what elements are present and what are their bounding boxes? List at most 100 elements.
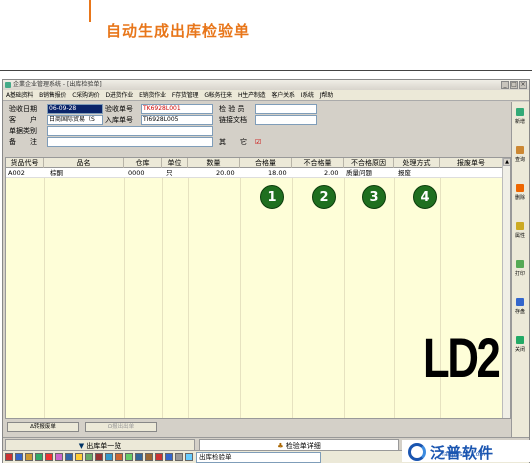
remark-field[interactable] xyxy=(47,137,213,147)
divider xyxy=(0,70,532,71)
right-toolbar: 新增 查询 删除 属性 打印 存盘 关闭 xyxy=(511,102,529,442)
save-icon xyxy=(516,298,524,306)
remark-label: 备 注 xyxy=(9,138,37,146)
close-button[interactable]: × xyxy=(519,81,527,89)
inspect-no-field[interactable]: TK6928L001 xyxy=(141,104,213,114)
query-button[interactable]: 查询 xyxy=(511,142,529,174)
brand-url: fanpusoft.com xyxy=(442,451,486,458)
print-button[interactable]: 打印 xyxy=(511,256,529,288)
app-window: 企業企业管理系统 - [出库检验单] _ □ × A基础资料 B销售报价 C采购… xyxy=(2,79,530,463)
menu-production[interactable]: H生产制造 xyxy=(235,90,269,100)
task-icon-1[interactable] xyxy=(5,453,13,461)
task-icon-12[interactable] xyxy=(115,453,123,461)
cell-action: 报废 xyxy=(398,169,411,177)
save-button[interactable]: 存盘 xyxy=(511,294,529,326)
task-icon-14[interactable] xyxy=(135,453,143,461)
col-unit[interactable]: 单位 xyxy=(162,158,188,168)
link-doc-label: 链接文档 xyxy=(219,116,247,124)
customer-label: 客 户 xyxy=(9,116,37,124)
close-form-icon xyxy=(516,336,524,344)
menu-bar: A基础资料 B销售报价 C采购询价 D进货作业 E销货作业 F存货管理 G帐务往… xyxy=(3,90,529,101)
menu-sales[interactable]: E销货作业 xyxy=(136,90,169,100)
link-doc-field[interactable] xyxy=(255,115,317,125)
properties-icon xyxy=(516,222,524,230)
col-name[interactable]: 品名 xyxy=(44,158,124,168)
marker-2: 2 xyxy=(312,185,336,209)
task-icon-9[interactable] xyxy=(85,453,93,461)
inspector-label: 检 验 员 xyxy=(219,105,245,113)
task-icon-11[interactable] xyxy=(105,453,113,461)
task-icon-13[interactable] xyxy=(125,453,133,461)
properties-button[interactable]: 属性 xyxy=(511,218,529,250)
col-reason[interactable]: 不合格原因 xyxy=(344,158,394,168)
menu-basic-data[interactable]: A基础资料 xyxy=(3,90,36,100)
annotation-title: 自动生成出库检验单 xyxy=(106,22,251,40)
col-warehouse[interactable]: 仓库 xyxy=(124,158,162,168)
export-outbound-button[interactable]: Ω报出出单 xyxy=(85,422,157,432)
minimize-button[interactable]: _ xyxy=(501,81,509,89)
task-icon-19[interactable] xyxy=(185,453,193,461)
brand-logo-icon xyxy=(408,443,426,461)
task-icon-18[interactable] xyxy=(175,453,183,461)
col-code[interactable]: 货品代号 xyxy=(6,158,44,168)
menu-crm[interactable]: 客户关系 xyxy=(268,90,297,100)
grid-line xyxy=(292,178,293,418)
active-window-field[interactable]: 出库检验单 xyxy=(196,452,321,463)
scroll-up-icon[interactable]: ▲ xyxy=(503,158,510,166)
vertical-scrollbar[interactable]: ▲ xyxy=(502,158,510,418)
col-qty[interactable]: 数量 xyxy=(188,158,240,168)
menu-system[interactable]: I系统 xyxy=(298,90,317,100)
query-icon xyxy=(516,146,524,154)
outbound-no-field[interactable]: TI6928L005 xyxy=(141,115,213,125)
menu-purchase[interactable]: D进货作业 xyxy=(102,90,136,100)
task-icon-5[interactable] xyxy=(45,453,53,461)
customer-field[interactable]: 日商国际贸易（S xyxy=(47,115,103,125)
task-icon-3[interactable] xyxy=(25,453,33,461)
app-icon xyxy=(5,82,11,88)
menu-sales-quote[interactable]: B销售报价 xyxy=(36,90,69,100)
menu-inventory[interactable]: F存货管理 xyxy=(169,90,201,100)
grid-line xyxy=(188,178,189,418)
cell-reason: 质量问题 xyxy=(346,169,372,177)
task-icon-6[interactable] xyxy=(55,453,63,461)
table-row[interactable]: A002 棕酮 0000 只 20.00 18.00 2.00 质量问题 报废 xyxy=(6,168,503,178)
delete-button[interactable]: 删除 xyxy=(511,180,529,212)
task-icon-16[interactable] xyxy=(155,453,163,461)
task-icon-10[interactable] xyxy=(95,453,103,461)
col-fail[interactable]: 不合格量 xyxy=(292,158,344,168)
menu-purchase-inquiry[interactable]: C采购询价 xyxy=(69,90,102,100)
grid-line xyxy=(394,178,395,418)
marker-4: 4 xyxy=(413,185,437,209)
task-icon-2[interactable] xyxy=(15,453,23,461)
cell-qty: 20.00 xyxy=(216,169,235,177)
grid-line xyxy=(44,178,45,418)
grid-action-bar: Δ转报废单 Ω报出出单 xyxy=(5,420,511,433)
task-icon-4[interactable] xyxy=(35,453,43,461)
col-pass[interactable]: 合格量 xyxy=(240,158,292,168)
marker-1: 1 xyxy=(260,185,284,209)
inspect-date-field[interactable]: 06-09-28 xyxy=(47,104,103,114)
convert-scrap-button[interactable]: Δ转报废单 xyxy=(7,422,79,432)
grid-line xyxy=(344,178,345,418)
window-title: 企業企业管理系统 - [出库检验单] xyxy=(13,81,102,88)
col-scrap-no[interactable]: 报废单号 xyxy=(440,158,503,168)
task-icon-8[interactable] xyxy=(75,453,83,461)
task-icon-15[interactable] xyxy=(145,453,153,461)
cell-fail: 2.00 xyxy=(324,169,339,177)
inspector-field[interactable] xyxy=(255,104,317,114)
new-button[interactable]: 新增 xyxy=(511,104,529,136)
menu-accounts[interactable]: G帐务往来 xyxy=(201,90,235,100)
menu-help[interactable]: J帮助 xyxy=(317,90,336,100)
outbound-no-label: 入库单号 xyxy=(105,116,133,124)
task-icon-7[interactable] xyxy=(65,453,73,461)
other-checkbox[interactable]: ☑ xyxy=(255,137,261,147)
col-action[interactable]: 处理方式 xyxy=(394,158,440,168)
other-label: 其 它 xyxy=(219,138,247,146)
task-icon-17[interactable] xyxy=(165,453,173,461)
inspect-date-label: 验收日期 xyxy=(9,105,37,113)
cell-unit: 只 xyxy=(166,169,173,177)
close-form-button[interactable]: 关闭 xyxy=(511,332,529,364)
doc-type-field[interactable] xyxy=(47,126,213,136)
grid-line xyxy=(240,178,241,418)
maximize-button[interactable]: □ xyxy=(510,81,518,89)
